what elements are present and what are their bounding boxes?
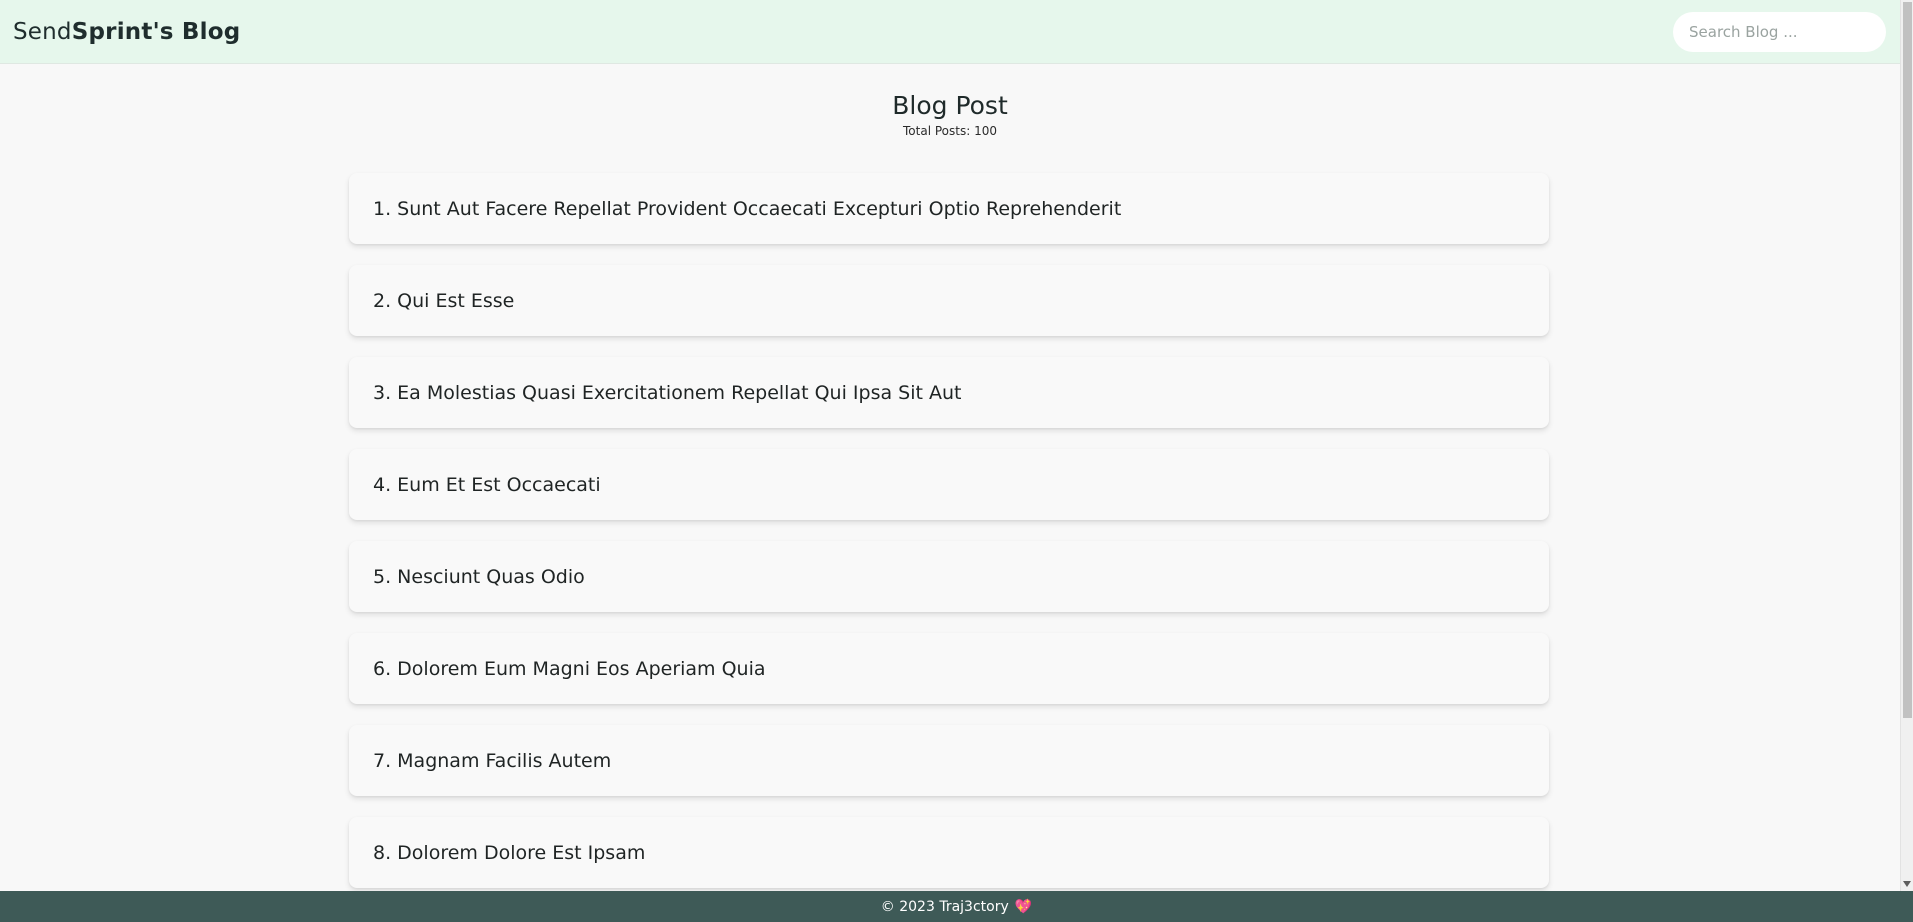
brand-send: Send (13, 18, 72, 45)
title-section: Blog Post Total Posts: 100 (0, 91, 1900, 138)
footer-text: © 2023 Traj3ctory (880, 898, 1009, 915)
post-card-3[interactable]: 3. Ea Molestias Quasi Exercitationem Rep… (349, 357, 1549, 428)
post-card-4[interactable]: 4. Eum Et Est Occaecati (349, 449, 1549, 520)
scroll-down-arrow-icon[interactable] (1903, 881, 1911, 887)
top-header: SendSprint's Blog (0, 0, 1900, 64)
post-list: 1. Sunt Aut Facere Repellat Provident Oc… (349, 173, 1549, 891)
post-card-6[interactable]: 6. Dolorem Eum Magni Eos Aperiam Quia (349, 633, 1549, 704)
post-card-2[interactable]: 2. Qui Est Esse (349, 265, 1549, 336)
page: SendSprint's Blog Blog Post Total Posts:… (0, 0, 1913, 922)
brand-sprint: Sprint (71, 18, 153, 45)
brand-suffix: 's Blog (152, 18, 241, 45)
post-count: Total Posts: 100 (903, 124, 997, 138)
heart-icon: 💖 (1014, 898, 1033, 915)
post-card-5[interactable]: 5. Nesciunt Quas Odio (349, 541, 1549, 612)
vertical-scrollbar[interactable] (1900, 0, 1913, 891)
scrollbar-thumb[interactable] (1903, 2, 1912, 718)
post-card-1[interactable]: 1. Sunt Aut Facere Repellat Provident Oc… (349, 173, 1549, 244)
page-title: Blog Post (892, 91, 1008, 120)
site-footer: © 2023 Traj3ctory 💖 (0, 891, 1913, 922)
brand-logo[interactable]: SendSprint's Blog (13, 19, 240, 45)
post-card-8[interactable]: 8. Dolorem Dolore Est Ipsam (349, 817, 1549, 888)
search-input[interactable] (1673, 11, 1886, 52)
post-card-7[interactable]: 7. Magnam Facilis Autem (349, 725, 1549, 796)
main-content: Blog Post Total Posts: 100 1. Sunt Aut F… (0, 65, 1900, 891)
